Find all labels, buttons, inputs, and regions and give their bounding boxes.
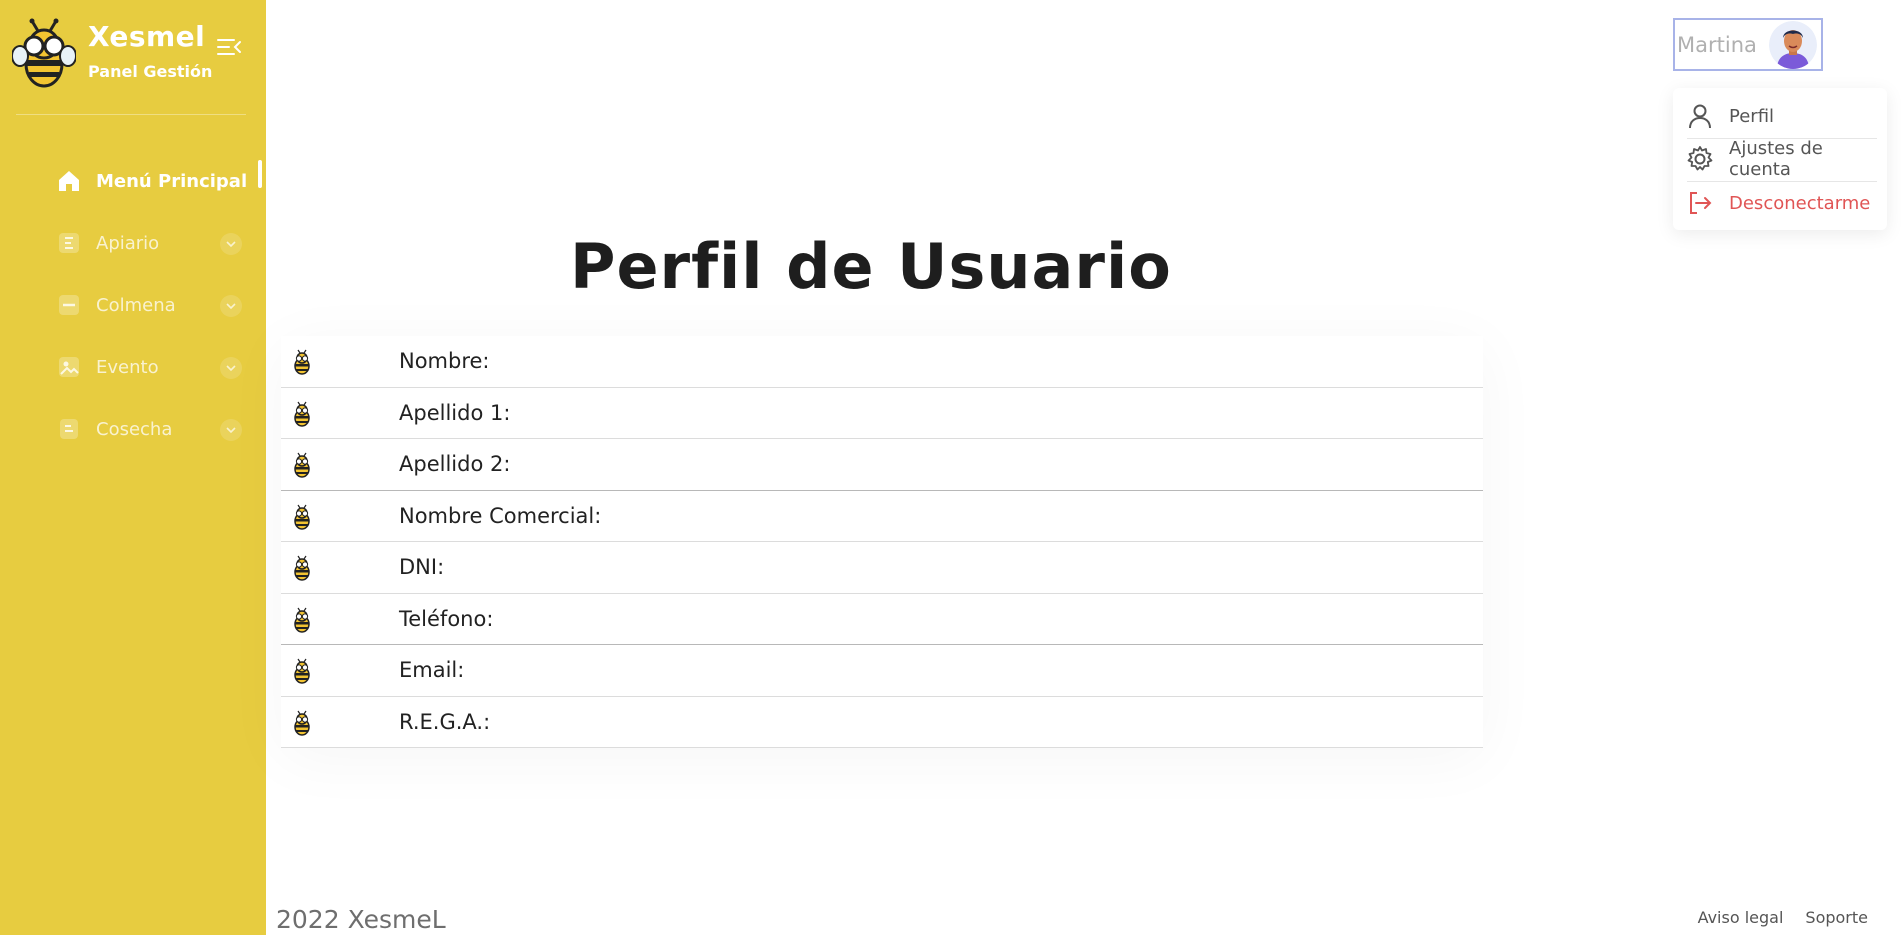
table-row: Teléfono: [281, 594, 1483, 645]
bee-icon [294, 452, 310, 478]
bee-icon [294, 607, 310, 633]
sidebar-item-label: Colmena [96, 294, 176, 316]
field-label-telefono: Teléfono: [399, 606, 494, 631]
bee-icon [294, 658, 310, 684]
footer-link-aviso-legal[interactable]: Aviso legal [1698, 908, 1784, 927]
field-label-apellido-2: Apellido 2: [399, 452, 511, 477]
chevron-down-icon[interactable] [220, 233, 242, 255]
document-icon [56, 416, 82, 442]
bee-icon [294, 710, 310, 736]
bee-icon [294, 504, 310, 530]
chevron-down-icon[interactable] [220, 295, 242, 317]
brand-title: Xesmel [88, 20, 206, 53]
table-row: Apellido 1: [281, 388, 1483, 439]
field-label-email: Email: [399, 658, 465, 683]
list-icon [56, 230, 82, 256]
menu-item-label: Desconectarme [1729, 192, 1871, 214]
menu-item-ajustes[interactable]: Ajustes de cuenta [1673, 138, 1887, 180]
chevron-down-icon[interactable] [220, 357, 242, 379]
bee-logo-icon [12, 18, 76, 88]
bee-icon [294, 401, 310, 427]
sidebar-item-label: Apiario [96, 232, 160, 254]
field-label-nombre-comercial: Nombre Comercial: [399, 503, 602, 528]
sidebar-item-cosecha[interactable]: Cosecha [0, 398, 266, 460]
sidebar-item-label: Cosecha [96, 418, 173, 440]
bee-icon [294, 349, 310, 375]
user-name: Martina [1677, 32, 1757, 57]
footer-copyright: 2022 XesmeL [276, 905, 446, 934]
table-row: R.E.G.A.: [281, 697, 1483, 748]
sidebar-item-label: Menú Principal [96, 170, 248, 192]
user-dropdown-menu: Perfil Ajustes de cuenta Desconectarme [1673, 88, 1887, 230]
footer-link-soporte[interactable]: Soporte [1805, 908, 1868, 927]
field-label-dni: DNI: [399, 555, 445, 580]
user-icon [1685, 101, 1715, 131]
field-label-rega: R.E.G.A.: [399, 709, 491, 734]
menu-item-label: Perfil [1729, 105, 1775, 127]
sidebar: Xesmel Panel Gestión Menú Principal Apia… [0, 0, 266, 935]
field-label-nombre: Nombre: [399, 349, 490, 374]
home-icon [56, 168, 82, 194]
table-row: Nombre: [281, 336, 1483, 388]
footer-links: Aviso legal Soporte [1698, 908, 1868, 927]
menu-collapse-icon[interactable] [216, 36, 242, 58]
brand-divider [16, 114, 246, 115]
field-label-apellido-1: Apellido 1: [399, 400, 511, 425]
active-indicator [258, 160, 262, 188]
table-row: DNI: [281, 542, 1483, 594]
user-menu-toggle[interactable]: Martina [1673, 18, 1823, 71]
chevron-down-icon[interactable] [220, 419, 242, 441]
profile-table: Nombre: Apellido 1: Apellido 2: Nombre C… [281, 336, 1483, 748]
page-title: Perfil de Usuario [570, 230, 1172, 303]
table-row: Apellido 2: [281, 439, 1483, 491]
sidebar-item-label: Evento [96, 356, 159, 378]
table-row: Nombre Comercial: [281, 491, 1483, 542]
logout-icon [1685, 188, 1715, 218]
gear-icon [1685, 144, 1715, 174]
sidebar-nav: Menú Principal Apiario Colmena Evento Co… [0, 150, 266, 460]
sidebar-item-colmena[interactable]: Colmena [0, 274, 266, 336]
sidebar-item-menu-principal[interactable]: Menú Principal [0, 150, 266, 212]
folder-icon [56, 292, 82, 318]
avatar [1769, 21, 1817, 69]
menu-item-perfil[interactable]: Perfil [1673, 95, 1887, 137]
sidebar-item-apiario[interactable]: Apiario [0, 212, 266, 274]
bee-icon [294, 555, 310, 581]
image-icon [56, 354, 82, 380]
menu-item-label: Ajustes de cuenta [1729, 138, 1823, 180]
sidebar-item-evento[interactable]: Evento [0, 336, 266, 398]
menu-item-desconectarme[interactable]: Desconectarme [1673, 182, 1887, 224]
brand-subtitle: Panel Gestión [88, 62, 213, 81]
table-row: Email: [281, 645, 1483, 697]
